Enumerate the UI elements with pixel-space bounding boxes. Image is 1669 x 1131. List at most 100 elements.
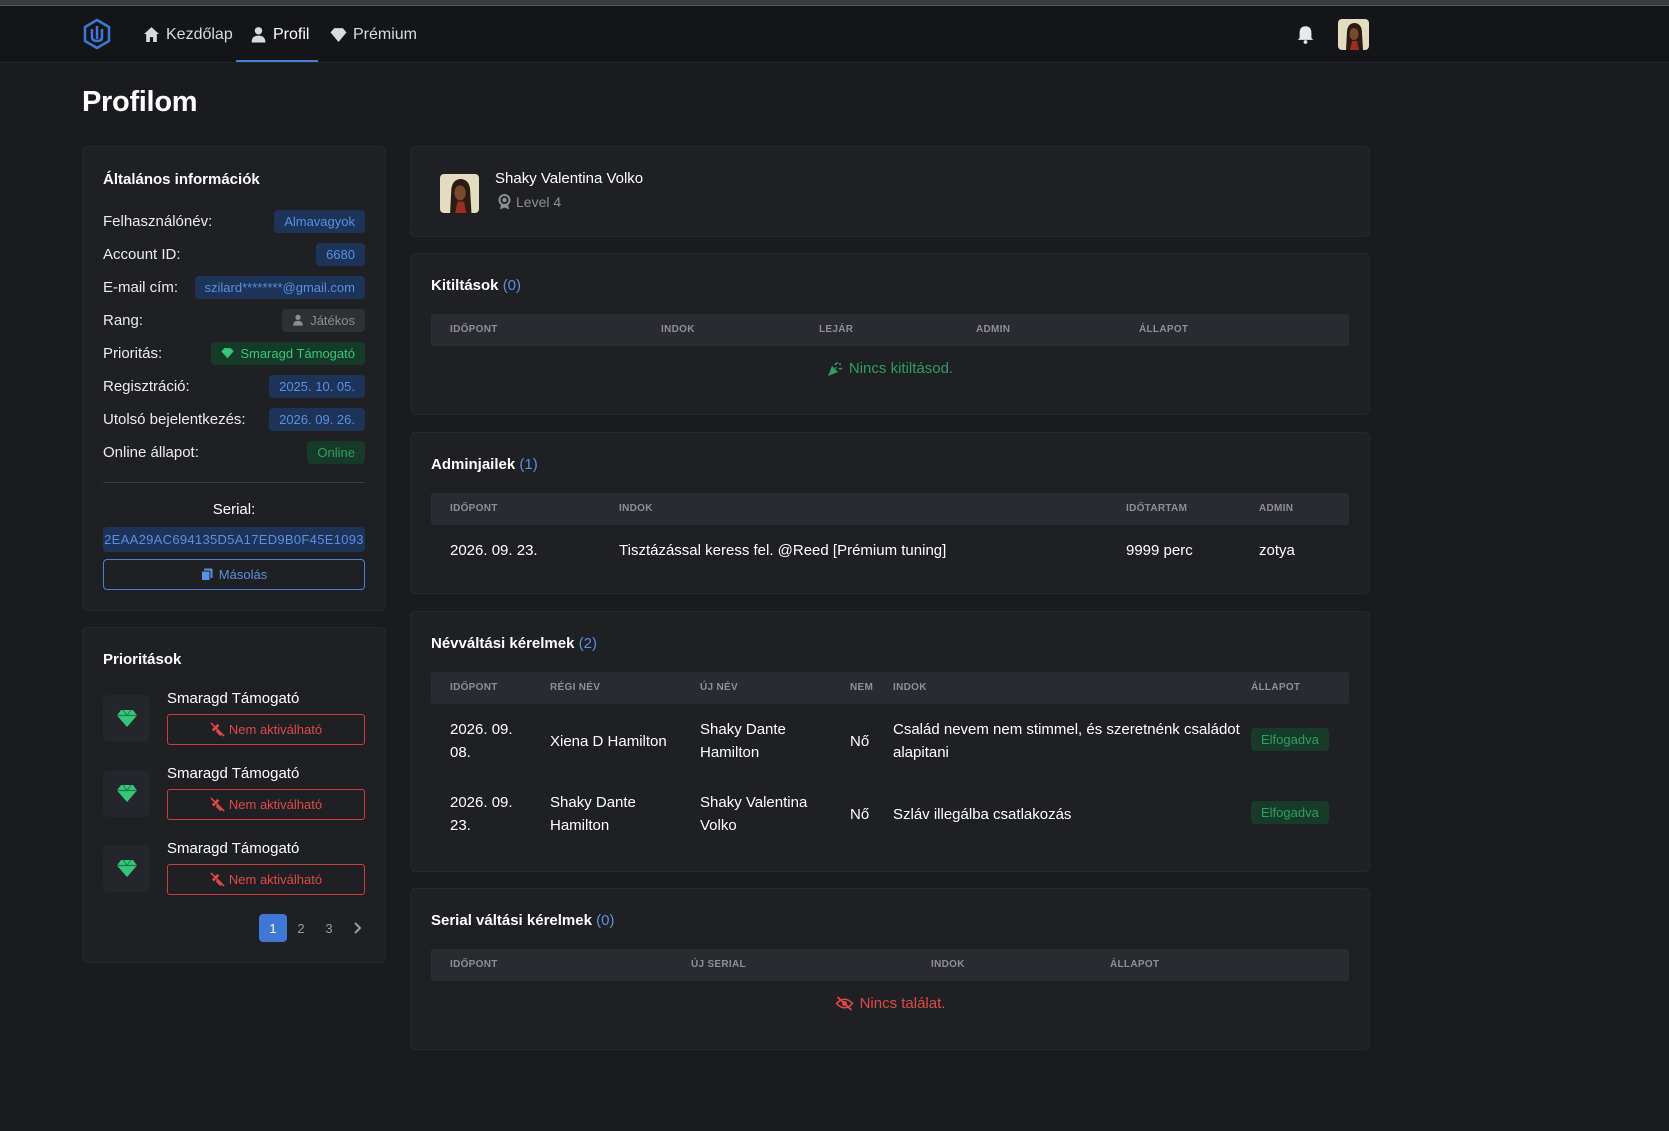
th-allapot: ÁLLAPOT bbox=[1110, 959, 1160, 970]
priority-name: Smaragd Támogató bbox=[167, 765, 300, 782]
nc-old-name: Xiena D Hamilton bbox=[550, 733, 667, 750]
emerald-icon bbox=[103, 770, 150, 817]
profile-header-card: Shaky Valentina Volko Level 4 bbox=[410, 146, 1370, 237]
namechanges-title-text: Névváltási kérelmek bbox=[431, 635, 575, 652]
adminjails-card: Adminjailek (1) IDŐPONT INDOK IDŐTARTAM … bbox=[410, 432, 1370, 594]
info-row-rank: Rang: Játékos bbox=[103, 307, 365, 333]
jail-reason: Tisztázással keress fel. @Reed [Prémium … bbox=[619, 542, 947, 559]
online-label: Online állapot: bbox=[103, 443, 199, 461]
nav-item-kezdolap[interactable]: Kezdőlap bbox=[143, 6, 233, 63]
th-uj-nev: ÚJ NÉV bbox=[700, 682, 738, 693]
nc-new-name: Shaky Dante bbox=[700, 721, 786, 738]
th-indok: INDOK bbox=[893, 682, 927, 693]
nav-label-kezdolap: Kezdőlap bbox=[166, 25, 233, 43]
nc-reason: alapitani bbox=[893, 744, 949, 761]
user-avatar[interactable] bbox=[1338, 19, 1369, 50]
nc-new-name: Hamilton bbox=[700, 744, 760, 761]
not-activatable-button[interactable]: Nem aktiválható bbox=[167, 789, 365, 820]
profile-name: Shaky Valentina Volko bbox=[495, 170, 644, 187]
nav-label-profil: Profil bbox=[273, 25, 310, 43]
top-navbar: Kezdőlap Profil Prémium bbox=[0, 6, 1669, 63]
copy-icon bbox=[200, 568, 213, 581]
registration-label: Regisztráció: bbox=[103, 377, 190, 395]
registration-value: 2025. 10. 05. bbox=[269, 374, 365, 398]
online-status-badge: Online bbox=[307, 440, 365, 464]
priority-label: Prioritás: bbox=[103, 344, 163, 362]
logo-icon[interactable] bbox=[82, 18, 112, 50]
th-indok: INDOK bbox=[931, 959, 965, 970]
rank-value: Játékos bbox=[310, 312, 355, 328]
th-allapot: ÁLLAPOT bbox=[1251, 682, 1301, 693]
adminjails-title: Adminjailek (1) bbox=[431, 456, 538, 473]
no-activate-icon bbox=[210, 722, 225, 737]
namechanges-card: Névváltási kérelmek (2) IDŐPONT RÉGI NÉV… bbox=[410, 611, 1370, 872]
th-idopont: IDŐPONT bbox=[450, 682, 498, 693]
emerald-icon bbox=[103, 695, 150, 742]
nc-old-name: Hamilton bbox=[550, 817, 610, 834]
bans-empty-text: Nincs kitiltásod. bbox=[848, 360, 954, 377]
info-row-username: Felhasználónév: Almavagyok bbox=[103, 208, 365, 234]
nc-status-badge: Elfogadva bbox=[1251, 801, 1329, 824]
nc-old-name: Shaky Dante bbox=[550, 794, 636, 811]
nav-item-profil[interactable]: Profil bbox=[250, 6, 309, 63]
user-icon bbox=[293, 314, 304, 326]
info-row-account-id: Account ID: 6680 bbox=[103, 241, 365, 267]
jail-duration: 9999 perc bbox=[1126, 542, 1193, 559]
rank-badge: Játékos bbox=[282, 308, 365, 332]
th-indok: INDOK bbox=[619, 503, 653, 514]
priority-item: Smaragd Támogató Nem aktiválható bbox=[103, 840, 365, 902]
profile-level-label: Level 4 bbox=[516, 194, 562, 210]
award-icon bbox=[498, 194, 511, 210]
serialchanges-empty-text: Nincs találat. bbox=[859, 995, 946, 1012]
not-activatable-button[interactable]: Nem aktiválható bbox=[167, 714, 365, 745]
nc-new-name: Shaky Valentina bbox=[700, 794, 808, 811]
nc-date: 23. bbox=[450, 817, 471, 834]
serial-value: 2EAA29AC694135D5A17ED9B0F45E1093 bbox=[103, 527, 365, 552]
priorities-card: Prioritások Smaragd Támogató Nem aktivál… bbox=[82, 627, 386, 963]
emerald-icon bbox=[103, 845, 150, 892]
copy-serial-button[interactable]: Másolás bbox=[103, 559, 365, 590]
bell-icon[interactable] bbox=[1296, 25, 1315, 44]
last-login-label: Utolsó bejelentkezés: bbox=[103, 410, 246, 428]
nc-status-badge: Elfogadva bbox=[1251, 728, 1329, 751]
page-title: Profilom bbox=[82, 86, 198, 118]
page-button-2[interactable]: 2 bbox=[287, 914, 315, 942]
not-activatable-button[interactable]: Nem aktiválható bbox=[167, 864, 365, 895]
priority-name: Smaragd Támogató bbox=[167, 840, 300, 857]
profile-avatar bbox=[440, 174, 479, 213]
priority-item: Smaragd Támogató Nem aktiválható bbox=[103, 765, 365, 827]
priority-name: Smaragd Támogató bbox=[167, 690, 300, 707]
info-divider bbox=[103, 482, 365, 483]
th-indok: INDOK bbox=[661, 324, 695, 335]
not-activatable-label: Nem aktiválható bbox=[228, 797, 323, 812]
page-button-3[interactable]: 3 bbox=[315, 914, 343, 942]
namechanges-title: Névváltási kérelmek (2) bbox=[431, 635, 597, 652]
active-tab-indicator bbox=[236, 60, 318, 62]
nc-reason: Szláv illegálba csatlakozás bbox=[893, 806, 1072, 823]
priority-badge: Smaragd Támogató bbox=[211, 341, 365, 365]
adminjails-count: (1) bbox=[519, 456, 538, 473]
serial-label: Serial: bbox=[212, 501, 256, 518]
namechanges-count: (2) bbox=[578, 635, 597, 652]
username-value: Almavagyok bbox=[274, 209, 365, 233]
info-row-registration: Regisztráció: 2025. 10. 05. bbox=[103, 373, 365, 399]
serialchanges-title-text: Serial váltási kérelmek bbox=[431, 912, 592, 929]
th-lejar: LEJÁR bbox=[819, 324, 854, 335]
nav-item-premium[interactable]: Prémium bbox=[330, 6, 417, 63]
party-popper-icon bbox=[827, 361, 843, 376]
nc-reason: Család nevem nem stimmel, és szeretnénk … bbox=[893, 721, 1240, 738]
th-idopont: IDŐPONT bbox=[450, 503, 498, 514]
jail-date: 2026. 09. 23. bbox=[450, 542, 538, 559]
serialchanges-empty-message: Nincs találat. bbox=[411, 995, 1369, 1012]
email-value: szilard********@gmail.com bbox=[194, 275, 365, 299]
email-label: E-mail cím: bbox=[103, 278, 178, 296]
nc-gender: Nő bbox=[850, 733, 870, 750]
chevron-right-icon bbox=[353, 922, 361, 934]
rank-label: Rang: bbox=[103, 311, 144, 329]
adminjails-title-text: Adminjailek bbox=[431, 456, 516, 473]
priority-item: Smaragd Támogató Nem aktiválható bbox=[103, 690, 365, 752]
bans-title-text: Kitiltások bbox=[431, 277, 499, 294]
next-page-button[interactable] bbox=[343, 914, 371, 942]
page-button-1[interactable]: 1 bbox=[259, 914, 287, 942]
th-admin: ADMIN bbox=[1259, 503, 1294, 514]
